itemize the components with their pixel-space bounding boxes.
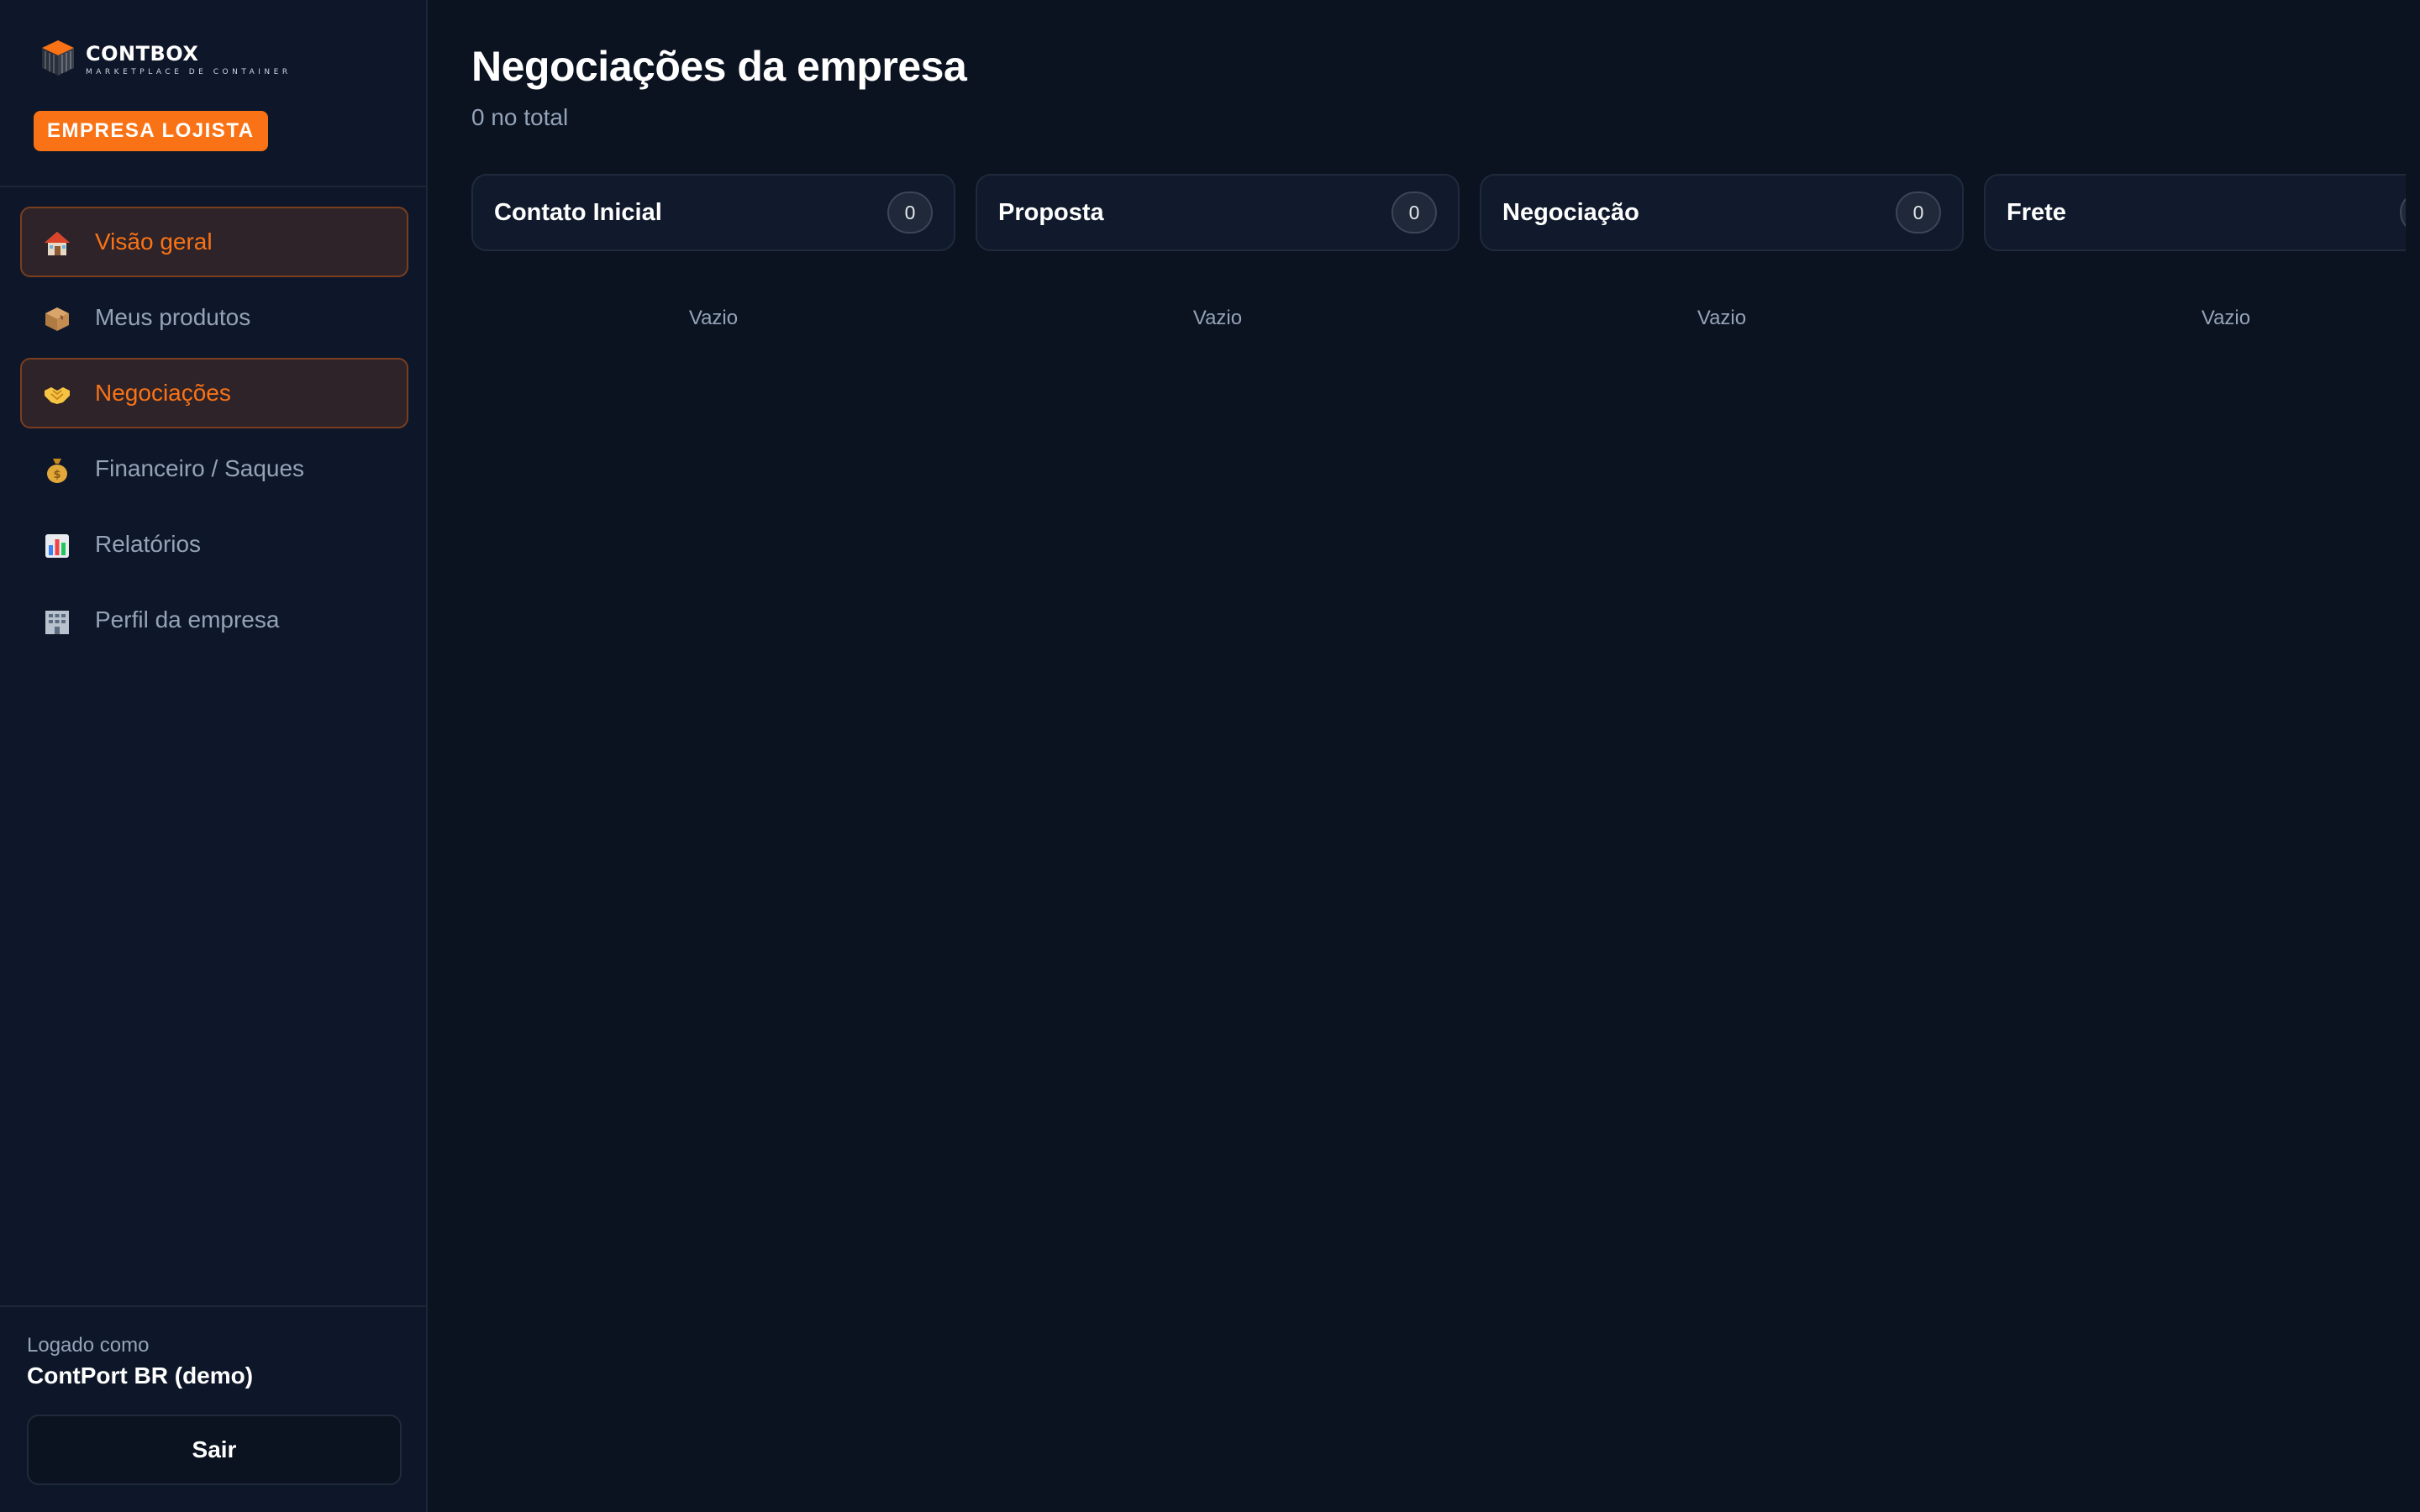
handshake-icon	[40, 378, 74, 412]
sidebar-item-label: Meus produtos	[95, 304, 251, 330]
sidebar-item-negociacoes[interactable]: Negociações	[20, 358, 408, 428]
brand-tagline: MARKETPLACE DE CONTAINERS	[86, 68, 287, 76]
column-header: Proposta 0	[976, 174, 1460, 251]
column-title: Negociação	[1502, 199, 1639, 226]
column-empty-state: Vazio	[1697, 307, 1747, 329]
brand-logo[interactable]: CONTBOX MARKETPLACE DE CONTAINERS	[39, 39, 287, 81]
sidebar-footer-divider	[0, 1305, 426, 1307]
kanban-column-proposta: Proposta 0 Vazio	[976, 174, 1460, 330]
total-count: 0 no total	[471, 104, 569, 130]
column-empty-state: Vazio	[1192, 307, 1243, 329]
container-logo-icon	[42, 40, 74, 76]
sidebar-nav: Visão geral Meus produtos Negociações $ …	[20, 207, 408, 660]
sidebar-item-label: Relatórios	[95, 531, 202, 557]
column-title: Proposta	[998, 199, 1104, 226]
column-header: Contato Inicial 0	[471, 174, 955, 251]
column-count-badge: 0	[1896, 192, 1941, 234]
sidebar-item-label: Perfil da empresa	[95, 606, 280, 633]
column-count-badge: 0	[1392, 192, 1437, 234]
logout-button[interactable]: Sair	[27, 1415, 402, 1485]
brand-name: CONTBOX	[86, 42, 199, 66]
package-icon	[40, 302, 74, 336]
money-bag-icon: $	[40, 454, 74, 487]
column-empty-state: Vazio	[688, 307, 739, 329]
sidebar-item-label: Negociações	[95, 380, 231, 406]
sidebar-item-relatorios[interactable]: Relatórios	[20, 509, 408, 580]
role-badge: EMPRESA LOJISTA	[34, 111, 268, 151]
column-title: Frete	[2007, 199, 2066, 226]
sidebar-item-meus-produtos[interactable]: Meus produtos	[20, 282, 408, 353]
bar-chart-icon	[40, 529, 74, 563]
main-content: Negociações da empresa 0 no total Contat…	[428, 0, 2420, 1512]
column-header: Negociação 0	[1480, 174, 1964, 251]
sidebar: CONTBOX MARKETPLACE DE CONTAINERS EMPRES…	[0, 0, 428, 1512]
kanban-column-negociacao: Negociação 0 Vazio	[1480, 174, 1964, 330]
sidebar-item-label: Financeiro / Saques	[95, 455, 305, 481]
sidebar-divider	[0, 186, 426, 187]
logged-as-label: Logado como	[27, 1334, 150, 1357]
column-header: Frete 0	[1984, 174, 2406, 251]
page-title: Negociações da empresa	[471, 43, 967, 90]
sidebar-item-financeiro[interactable]: $ Financeiro / Saques	[20, 433, 408, 504]
sidebar-item-visao-geral[interactable]: Visão geral	[20, 207, 408, 277]
column-count-badge: 0	[887, 192, 933, 234]
current-user-name: ContPort BR (demo)	[27, 1362, 254, 1389]
kanban-column-contato-inicial: Contato Inicial 0 Vazio	[471, 174, 955, 330]
column-empty-state: Vazio	[2201, 307, 2251, 329]
kanban-column-frete: Frete 0 Vazio	[1984, 174, 2406, 330]
kanban-board: Contato Inicial 0 Vazio Proposta 0 Vazio…	[471, 174, 2406, 342]
column-count-badge: 0	[2400, 192, 2406, 234]
svg-text:$: $	[53, 469, 60, 481]
office-building-icon	[40, 605, 74, 638]
sidebar-item-perfil-empresa[interactable]: Perfil da empresa	[20, 585, 408, 655]
sidebar-item-label: Visão geral	[95, 228, 213, 255]
house-icon	[40, 227, 74, 260]
column-title: Contato Inicial	[494, 199, 662, 226]
